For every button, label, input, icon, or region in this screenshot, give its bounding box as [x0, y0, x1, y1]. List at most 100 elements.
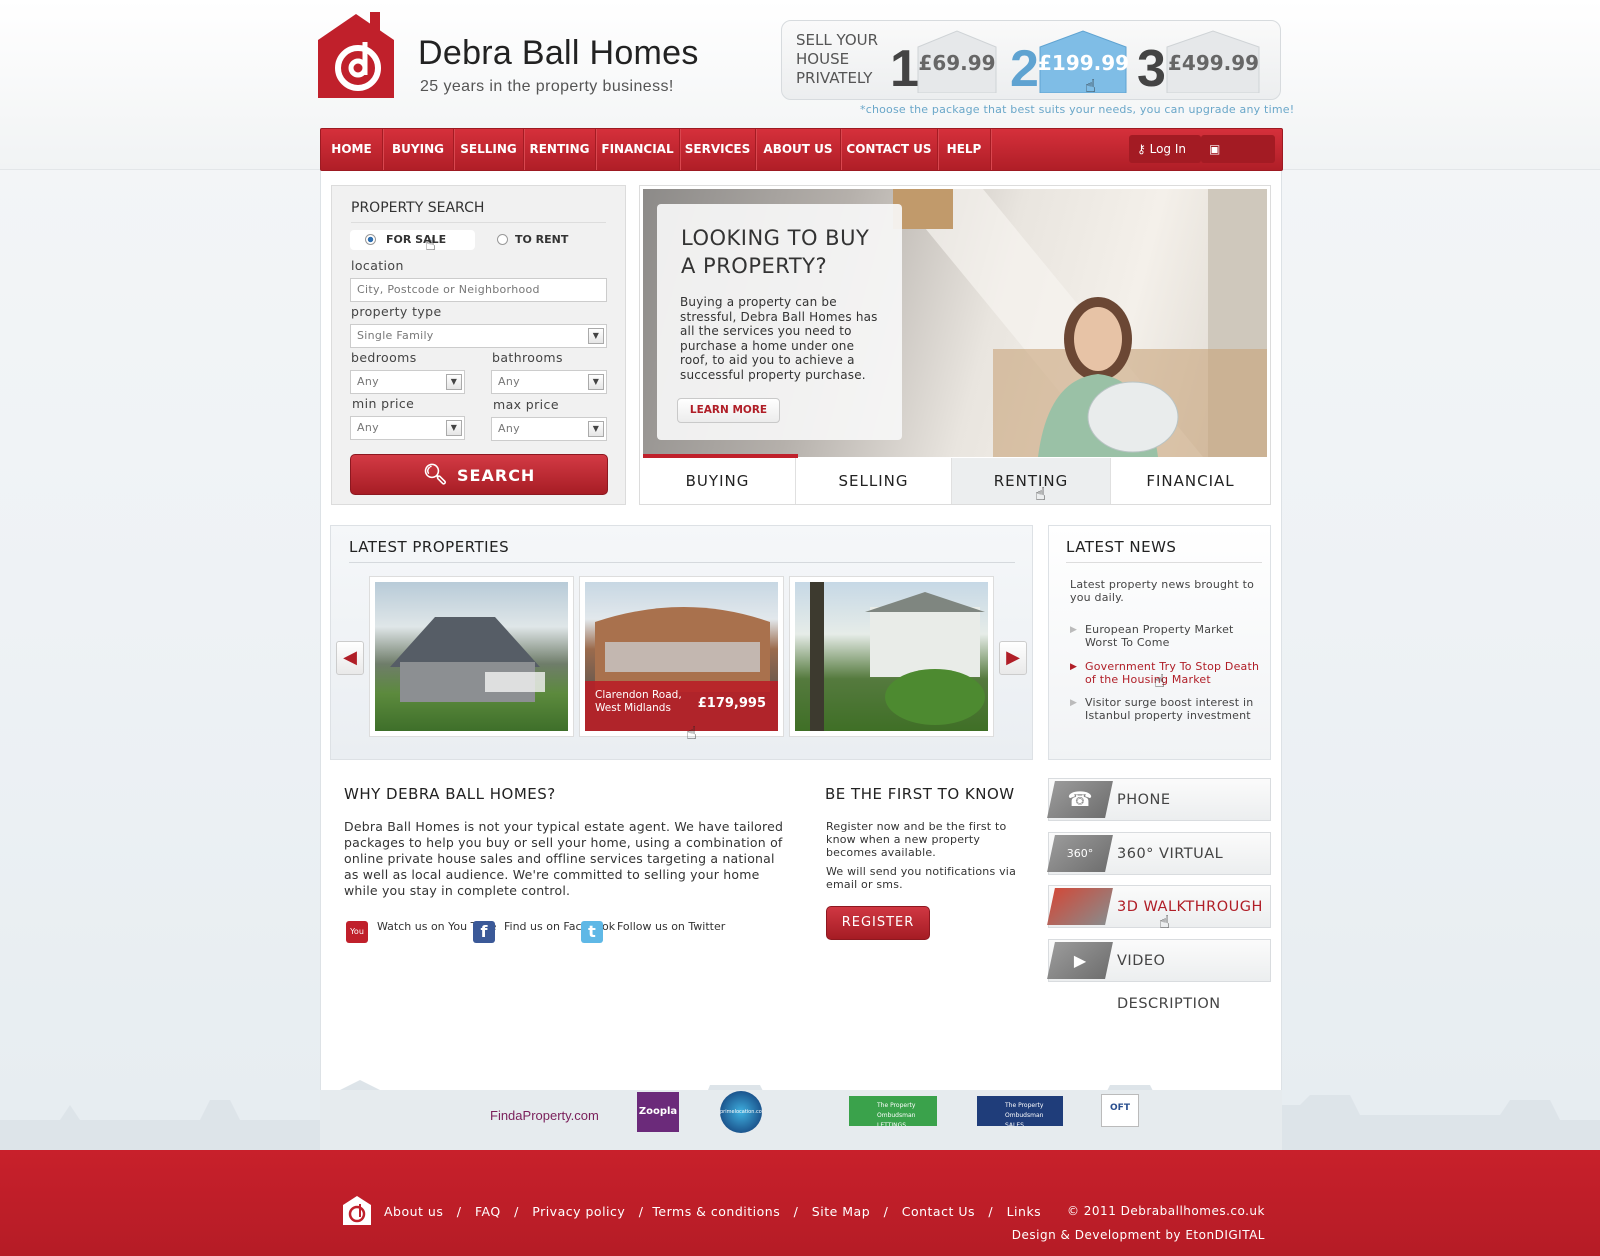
property-card[interactable]: [789, 576, 994, 737]
carousel-prev-button[interactable]: ◀: [336, 641, 364, 675]
min-price-select[interactable]: Any ▼: [350, 416, 465, 440]
nav-renting[interactable]: RENTING: [524, 129, 596, 170]
hand-cursor-icon: ☝: [1035, 484, 1046, 505]
footer-link-contact[interactable]: Contact Us: [902, 1204, 975, 1219]
search-button[interactable]: 🔍︎ SEARCH: [350, 454, 608, 495]
latest-properties-title: LATEST PROPERTIES: [349, 538, 1015, 563]
hero-banner: LOOKING TO BUY A PROPERTY? Buying a prop…: [639, 185, 1271, 505]
property-address: Clarendon Road, West Midlands: [595, 689, 682, 714]
feature-video-description[interactable]: ▶ VIDEO DESCRIPTION: [1047, 939, 1271, 1012]
radio-unselected-icon: [497, 234, 508, 245]
bedrooms-select[interactable]: Any ▼: [350, 370, 465, 394]
sell-privately-label: SELL YOUR HOUSE PRIVATELY: [796, 31, 879, 87]
feature-virtual-tour[interactable]: 360° 360° VIRTUAL TOUR: [1047, 832, 1271, 905]
news-item-label: Government Try To Stop Death of the Hous…: [1085, 660, 1260, 686]
nav-financial[interactable]: FINANCIAL: [596, 129, 680, 170]
house-photo: [810, 582, 985, 731]
tab-selling[interactable]: SELLING: [796, 458, 952, 504]
design-credit[interactable]: Design & Development by EtonDIGITAL: [1012, 1228, 1265, 1242]
min-price-value: Any: [357, 421, 379, 434]
tab-financial[interactable]: FINANCIAL: [1111, 458, 1270, 504]
bathrooms-label: bathrooms: [492, 350, 563, 365]
hero-image: LOOKING TO BUY A PROPERTY? Buying a prop…: [643, 189, 1267, 457]
bedrooms-value: Any: [357, 375, 379, 388]
nav-help[interactable]: HELP: [938, 129, 991, 170]
news-intro: Latest property news brought to you dail…: [1070, 578, 1255, 604]
bathrooms-select[interactable]: Any ▼: [491, 370, 607, 394]
nav-contact-us[interactable]: CONTACT US: [841, 129, 938, 170]
360-icon: 360°: [1047, 835, 1113, 872]
nav-selling[interactable]: SELLING: [454, 129, 524, 170]
property-caption: Clarendon Road, West Midlands £179,995: [585, 681, 778, 731]
tab-buying[interactable]: BUYING: [640, 458, 796, 504]
location-label: location: [351, 258, 404, 273]
why-body: Debra Ball Homes is not your typical est…: [344, 819, 784, 898]
footer-link-links[interactable]: Links: [1007, 1204, 1042, 1219]
hero-body: Buying a property can be stressful, Debr…: [680, 295, 878, 382]
search-icon: 🔍︎: [422, 462, 458, 486]
news-item-label: European Property Market Worst To Come: [1085, 623, 1234, 649]
copyright: © 2011 Debraballhomes.co.uk: [1066, 1204, 1265, 1218]
register-link[interactable]: ▣ Register: [1201, 135, 1275, 184]
news-item[interactable]: ▶ European Property Market Worst To Come: [1070, 623, 1260, 649]
nav-services[interactable]: SERVICES: [680, 129, 756, 170]
logo[interactable]: [318, 12, 404, 98]
3d-house-icon: [1047, 888, 1113, 925]
property-type-select[interactable]: Single Family ▼: [350, 324, 607, 348]
findaproperty-logo[interactable]: FindaProperty.com: [490, 1108, 599, 1123]
for-sale-radio[interactable]: FOR SALE: [350, 230, 475, 250]
oft-logo[interactable]: OFT: [1101, 1094, 1139, 1127]
package-1[interactable]: 1 £69.99: [890, 21, 1002, 99]
footer-link-faq[interactable]: FAQ: [475, 1204, 501, 1219]
ombudsman-sales-logo[interactable]: The Property Ombudsman SALES: [977, 1096, 1063, 1126]
nav-about-us[interactable]: ABOUT US: [756, 129, 841, 170]
footer-link-privacy[interactable]: Privacy policy: [532, 1204, 625, 1219]
search-button-label: SEARCH: [457, 466, 536, 485]
footer-link-sitemap[interactable]: Site Map: [812, 1204, 870, 1219]
feature-label: 3D WALKTHROUGH: [1117, 899, 1263, 915]
hand-cursor-icon: ☝: [1154, 671, 1165, 692]
max-price-label: max price: [493, 397, 559, 412]
login-button[interactable]: ⚷ Log In: [1129, 135, 1201, 163]
latest-properties: LATEST PROPERTIES ◀ Clarendon Road, West…: [330, 525, 1033, 760]
separator: /: [447, 1204, 471, 1219]
nav-buying[interactable]: BUYING: [383, 129, 454, 170]
chevron-down-icon: ▼: [588, 374, 604, 390]
footer-link-about[interactable]: About us: [384, 1204, 443, 1219]
brand-name: Debra Ball Homes: [418, 34, 699, 72]
news-item[interactable]: ▶ Visitor surge boost interest in Istanbu…: [1070, 696, 1260, 722]
for-sale-label: FOR SALE: [386, 233, 447, 246]
separator: /: [629, 1204, 648, 1219]
news-item[interactable]: ▶ Government Try To Stop Death of the Hou…: [1070, 660, 1260, 686]
property-card[interactable]: [369, 576, 574, 737]
footer-logo[interactable]: [343, 1195, 373, 1225]
package-price: £199.99: [1038, 51, 1130, 75]
hand-cursor-icon: ☝: [1159, 912, 1170, 933]
feature-3d-walkthrough[interactable]: 3D WALKTHROUGH ☝: [1047, 885, 1271, 933]
footer-link-terms[interactable]: Terms & conditions: [652, 1204, 780, 1219]
nav-home[interactable]: HOME: [321, 129, 383, 170]
feature-phone-description[interactable]: ☎ PHONE DESCRIPTION: [1047, 778, 1271, 851]
separator: /: [874, 1204, 898, 1219]
facebook-icon: f: [473, 921, 495, 943]
max-price-select[interactable]: Any ▼: [491, 417, 607, 441]
hero-panel: LOOKING TO BUY A PROPERTY? Buying a prop…: [657, 204, 902, 440]
to-rent-label: TO RENT: [515, 233, 569, 246]
package-price: £69.99: [918, 51, 996, 75]
property-card[interactable]: Clarendon Road, West Midlands £179,995: [579, 576, 784, 737]
ombudsman-lettings-logo[interactable]: The Property Ombudsman LETTINGS: [849, 1096, 937, 1126]
first-to-know-p2: We will send you notifications via email…: [826, 865, 1017, 891]
package-3[interactable]: 3 £499.99: [1137, 21, 1267, 99]
to-rent-radio[interactable]: TO RENT: [497, 230, 568, 250]
package-2[interactable]: 2 £199.99: [1010, 21, 1130, 99]
learn-more-button[interactable]: LEARN MORE: [677, 398, 780, 423]
location-input[interactable]: City, Postcode or Neighborhood: [350, 278, 607, 302]
carousel-next-button[interactable]: ▶: [999, 641, 1027, 675]
zoopla-logo[interactable]: Zoopla: [637, 1092, 679, 1132]
tab-renting[interactable]: RENTING: [952, 458, 1111, 504]
twitter-link[interactable]: Follow us on Twitter: [617, 920, 725, 933]
package-number: 2: [1010, 40, 1039, 98]
register-button[interactable]: REGISTER: [826, 906, 930, 940]
primelocation-logo[interactable]: primelocation.com: [720, 1091, 762, 1133]
main-nav: HOME BUYING SELLING RENTING FINANCIAL SE…: [320, 128, 1283, 184]
